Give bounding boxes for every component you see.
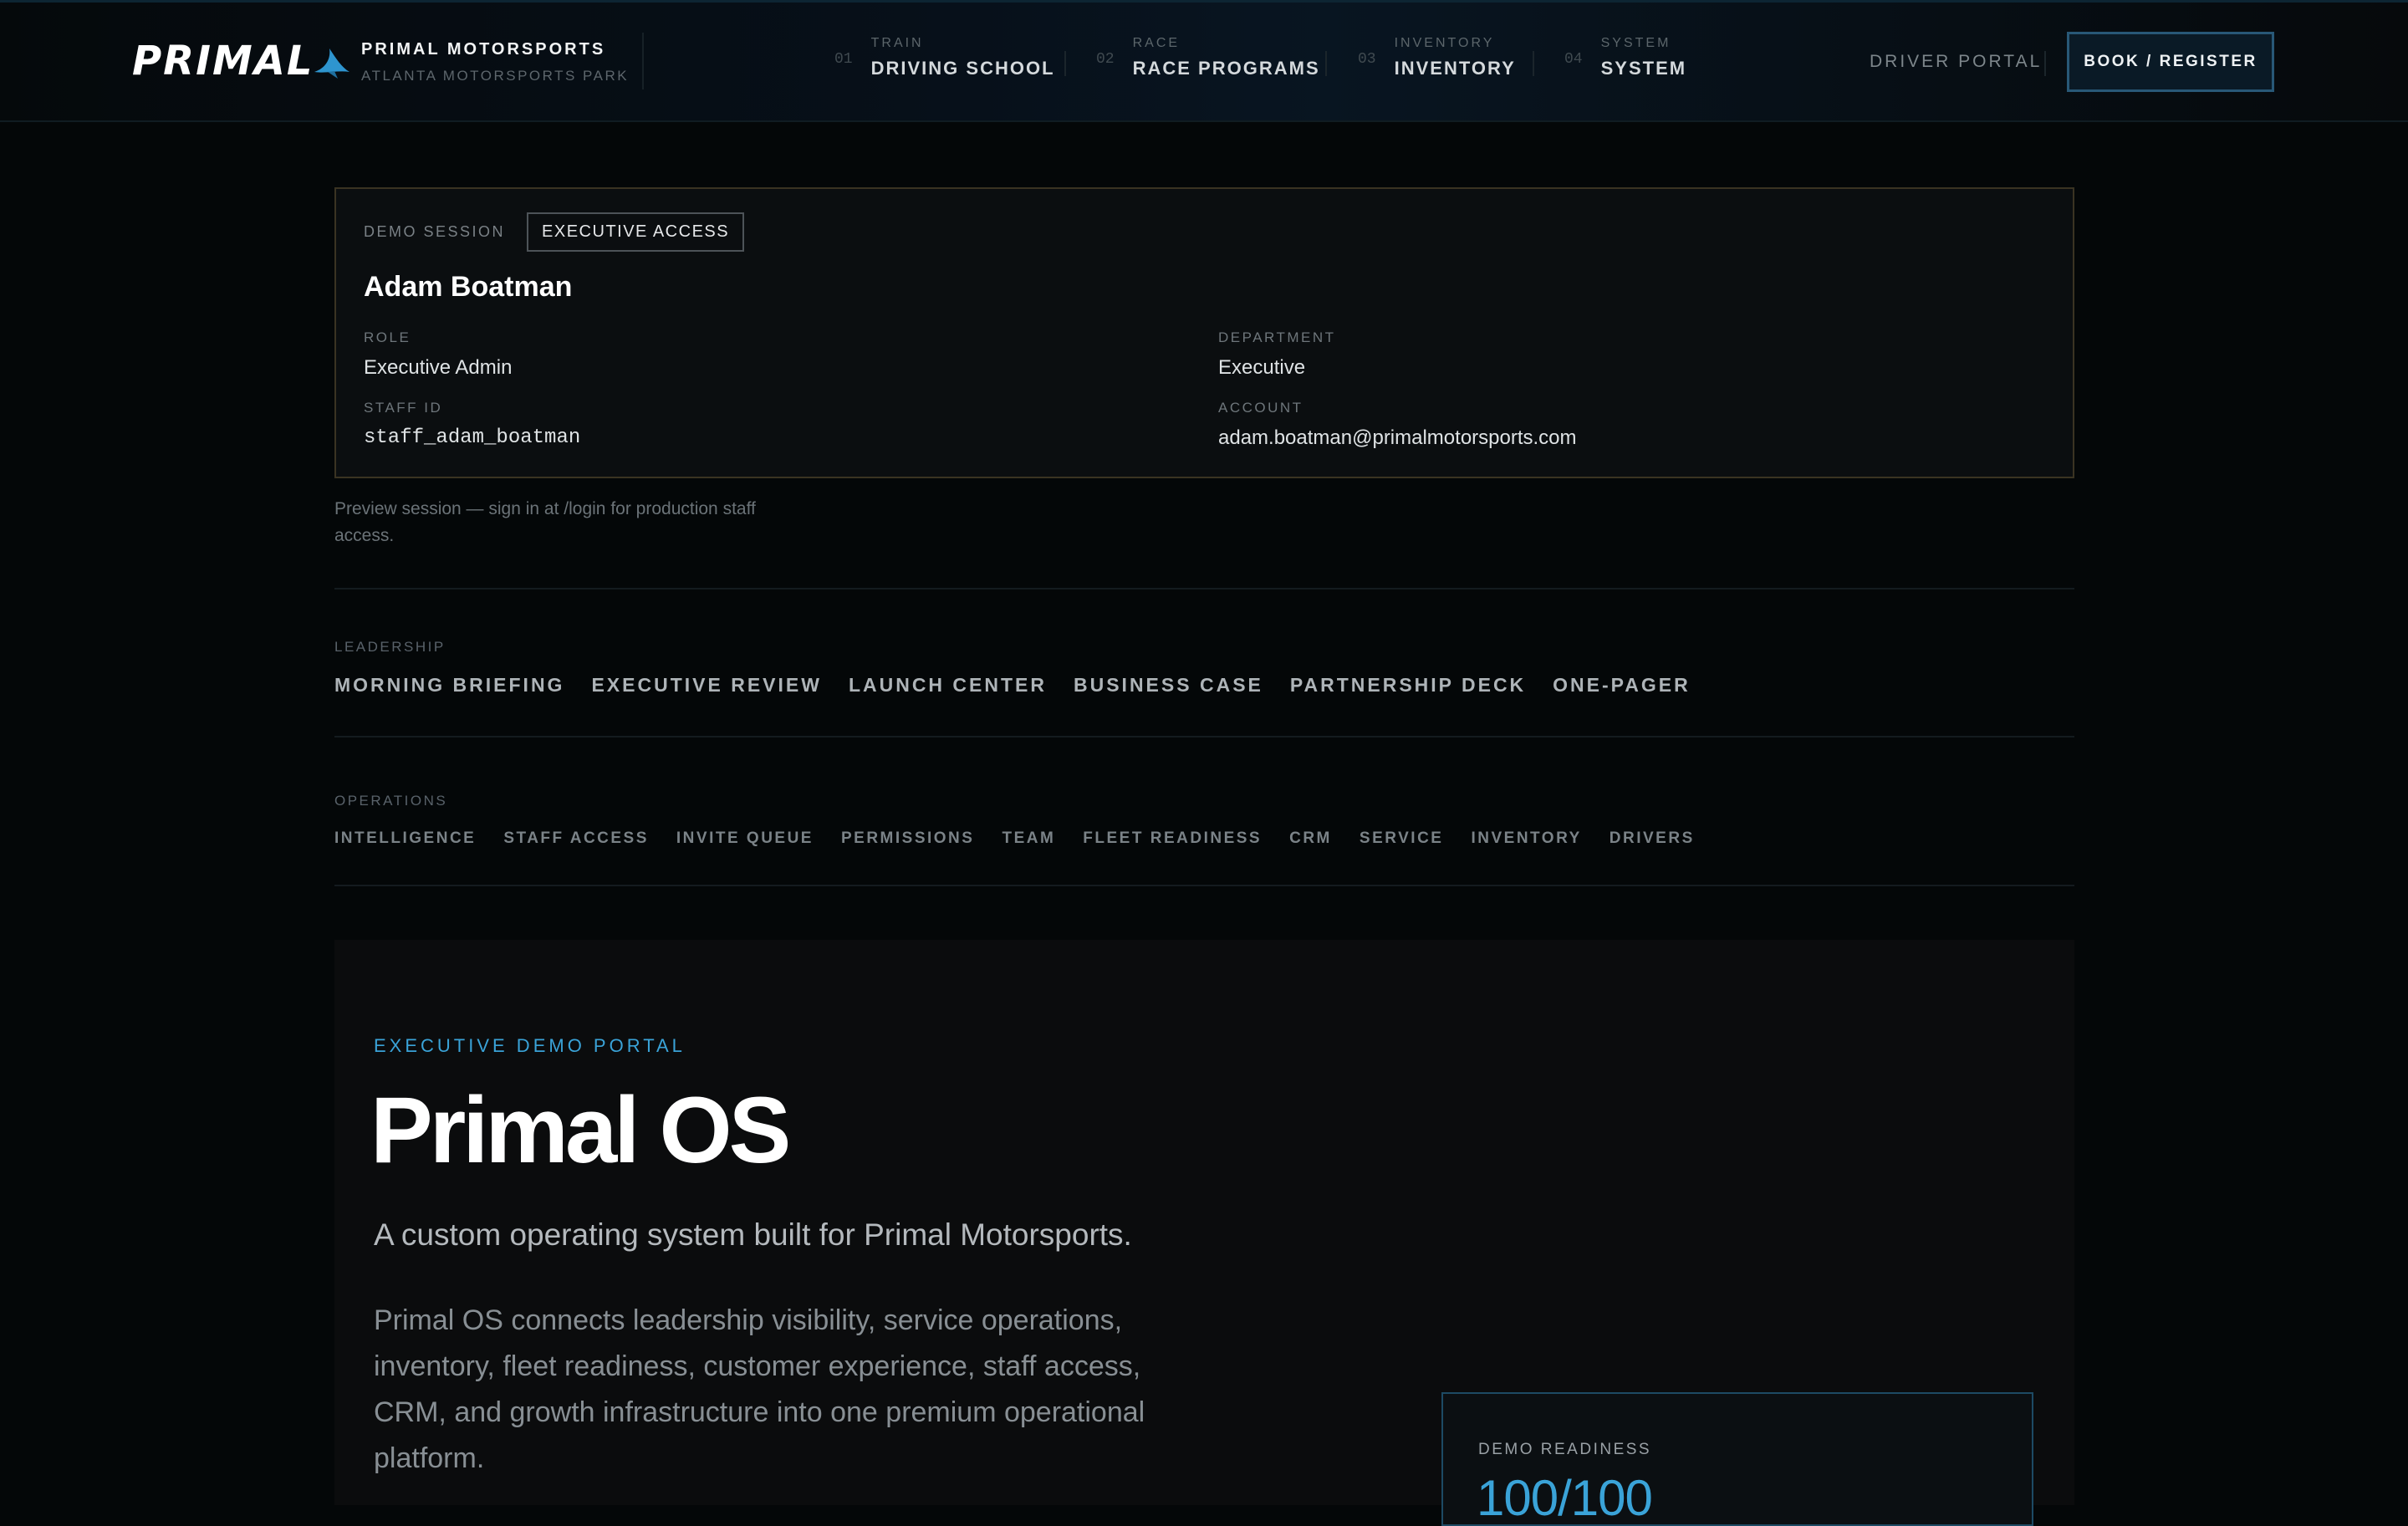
operations-link-crm[interactable]: CRM [1289, 829, 1332, 848]
nav-category: RACE [1132, 36, 1181, 50]
operations-link-invite-queue[interactable]: INVITE QUEUE [676, 829, 814, 848]
operations-link-fleet-readiness[interactable]: FLEET READINESS [1083, 829, 1262, 848]
session-card: DEMO SESSION EXECUTIVE ACCESS Adam Boatm… [334, 187, 2074, 478]
operations-link-intelligence[interactable]: INTELLIGENCE [334, 829, 476, 848]
leadership-link-executive-review[interactable]: EXECUTIVE REVIEW [591, 674, 821, 697]
operations-links: INTELLIGENCE STAFF ACCESS INVITE QUEUE P… [334, 829, 1722, 848]
hero-title: Primal OS [370, 1078, 791, 1182]
primal-logo[interactable]: PRIMAL [132, 36, 351, 86]
readiness-score: 100/100 [1477, 1470, 1653, 1526]
brand-name: PRIMAL MOTORSPORTS [361, 40, 606, 59]
session-header: DEMO SESSION EXECUTIVE ACCESS [364, 212, 745, 252]
nav-number: 03 [1358, 51, 1376, 68]
readiness-label: DEMO READINESS [1478, 1441, 1652, 1458]
leadership-link-business-case[interactable]: BUSINESS CASE [1074, 674, 1263, 697]
nav-label: RACE PROGRAMS [1132, 58, 1320, 79]
role-value: Executive Admin [364, 356, 513, 379]
field-label: ACCOUNT [1218, 400, 1303, 416]
department-value: Executive [1218, 356, 1306, 379]
top-navigation-bar: PRIMAL PRIMAL MOTORSPORTS ATLANTA MOTORS… [0, 0, 2408, 122]
header-divider [2044, 51, 2046, 76]
shark-fin-icon [314, 48, 349, 79]
operations-link-service[interactable]: SERVICE [1360, 829, 1444, 848]
nav-category: TRAIN [870, 36, 924, 50]
hero-subtitle: A custom operating system built for Prim… [374, 1217, 1132, 1252]
section-divider [334, 588, 2074, 589]
demo-session-label: DEMO SESSION [364, 223, 506, 240]
brand-block: PRIMAL MOTORSPORTS ATLANTA MOTORSPORTS P… [361, 40, 629, 84]
field-label: DEPARTMENT [1218, 329, 1336, 345]
account-value: adam.boatman@primalmotorsports.com [1218, 426, 1577, 449]
staff-id-value: staff_adam_boatman [364, 426, 581, 449]
operations-link-staff-access[interactable]: STAFF ACCESS [503, 829, 649, 848]
nav-label: DRIVING SCHOOL [870, 58, 1055, 79]
nav-item-driving-school[interactable]: 01 TRAIN DRIVING SCHOOL [834, 36, 1055, 79]
account-field: ACCOUNT adam.boatman@primalmotorsports.c… [1218, 400, 1577, 450]
nav-item-inventory[interactable]: 03 INVENTORY INVENTORY [1358, 36, 1516, 79]
nav-separator [1325, 51, 1327, 76]
operations-link-drivers[interactable]: DRIVERS [1610, 829, 1695, 848]
nav-category: SYSTEM [1600, 36, 1671, 50]
leadership-link-one-pager[interactable]: ONE-PAGER [1553, 674, 1691, 697]
operations-link-team[interactable]: TEAM [1002, 829, 1055, 848]
role-field: ROLE Executive Admin [364, 329, 512, 380]
nav-item-system[interactable]: 04 SYSTEM SYSTEM [1564, 36, 1686, 79]
nav-separator [1533, 51, 1534, 76]
operations-link-permissions[interactable]: PERMISSIONS [841, 829, 974, 848]
nav-label: SYSTEM [1600, 58, 1687, 79]
nav-label: INVENTORY [1394, 58, 1516, 79]
nav-item-race-programs[interactable]: 02 RACE RACE PROGRAMS [1096, 36, 1320, 79]
leadership-link-partnership-deck[interactable]: PARTNERSHIP DECK [1290, 674, 1526, 697]
leadership-link-launch-center[interactable]: LAUNCH CENTER [849, 674, 1047, 697]
driver-portal-link[interactable]: DRIVER PORTAL [1870, 52, 2042, 72]
field-label: STAFF ID [364, 400, 443, 416]
nav-number: 02 [1096, 51, 1115, 68]
book-register-button[interactable]: BOOK / REGISTER [2067, 32, 2274, 92]
section-divider [334, 885, 2074, 886]
leadership-section-label: LEADERSHIP [334, 639, 446, 655]
preview-session-note: Preview session — sign in at /login for … [334, 499, 756, 545]
department-field: DEPARTMENT Executive [1218, 329, 1336, 380]
staff-id-field: STAFF ID staff_adam_boatman [364, 400, 580, 449]
operations-section-label: OPERATIONS [334, 793, 448, 809]
hero-eyebrow: EXECUTIVE DEMO PORTAL [374, 1035, 686, 1056]
hero-panel: EXECUTIVE DEMO PORTAL Primal OS A custom… [334, 940, 2074, 1526]
nav-separator [1064, 51, 1066, 76]
leadership-links: MORNING BRIEFING EXECUTIVE REVIEW LAUNCH… [334, 674, 1717, 697]
logo-wordmark: PRIMAL [132, 38, 314, 84]
operations-link-inventory[interactable]: INVENTORY [1471, 829, 1581, 848]
nav-number: 01 [834, 51, 853, 68]
section-divider [334, 736, 2074, 737]
user-name: Adam Boatman [364, 271, 573, 303]
demo-readiness-card: DEMO READINESS 100/100 [1441, 1392, 2033, 1526]
header-divider [642, 33, 644, 89]
access-level-badge: EXECUTIVE ACCESS [527, 212, 745, 252]
hero-description: Primal OS connects leadership visibility… [374, 1304, 1145, 1474]
leadership-link-morning-briefing[interactable]: MORNING BRIEFING [334, 674, 564, 697]
brand-location: ATLANTA MOTORSPORTS PARK [361, 68, 630, 84]
nav-number: 04 [1564, 51, 1583, 68]
field-label: ROLE [364, 329, 411, 345]
nav-category: INVENTORY [1394, 36, 1495, 50]
